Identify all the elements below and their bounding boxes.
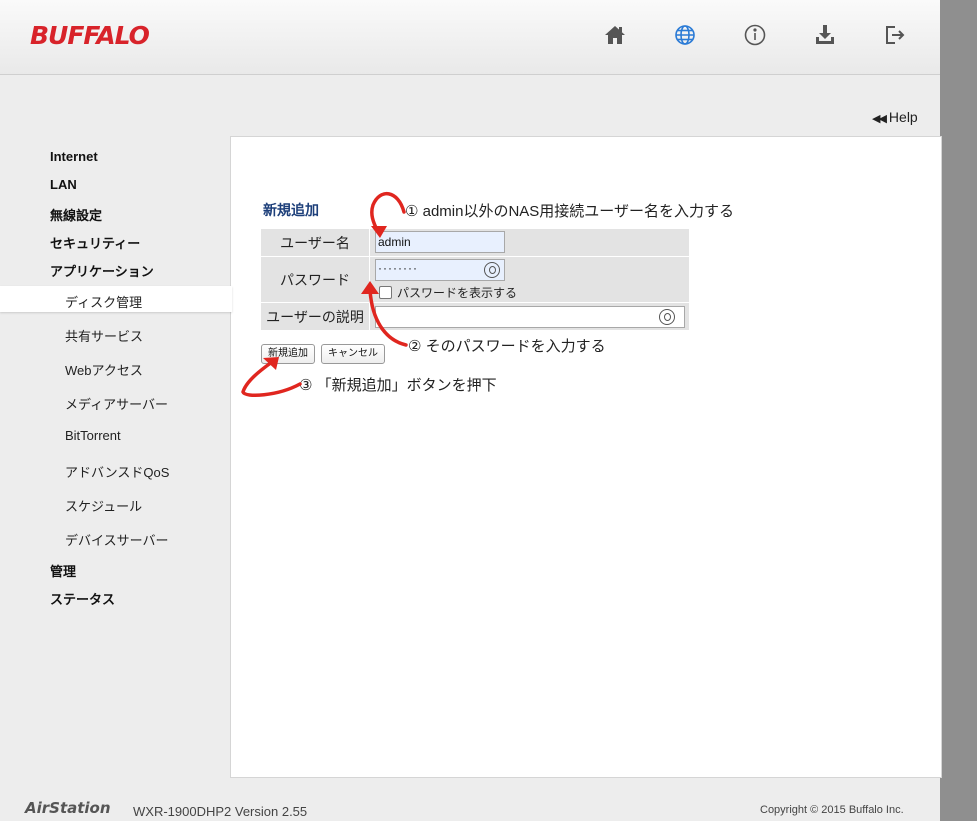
model-version: WXR-1900DHP2 Version 2.55 bbox=[133, 804, 308, 819]
description-input[interactable] bbox=[375, 306, 685, 328]
logout-icon[interactable] bbox=[882, 22, 908, 48]
sidebar-item-status[interactable]: ステータス bbox=[50, 589, 115, 608]
add-button[interactable]: 新規追加 bbox=[261, 344, 315, 364]
sidebar-item-web-access[interactable]: Webアクセス bbox=[65, 360, 143, 379]
back-arrows-icon: ◀◀ bbox=[872, 113, 887, 125]
sidebar-item-shared-services[interactable]: 共有サービス bbox=[65, 326, 143, 345]
description-eye-icon[interactable] bbox=[659, 309, 675, 325]
sidebar-item-management[interactable]: 管理 bbox=[50, 561, 76, 580]
info-icon[interactable] bbox=[742, 22, 768, 48]
sidebar-item-device-server[interactable]: デバイスサーバー bbox=[65, 530, 168, 549]
annotation-step1: ① admin以外のNAS用接続ユーザー名を入力する bbox=[405, 203, 735, 220]
home-icon[interactable] bbox=[602, 22, 628, 48]
annotation-step2: ② そのパスワードを入力する bbox=[408, 338, 606, 355]
sidebar-item-disk-management[interactable]: ディスク管理 bbox=[65, 292, 142, 311]
top-header: BUFFALO bbox=[0, 0, 940, 75]
copyright: Copyright © 2015 Buffalo Inc. bbox=[760, 804, 904, 816]
help-label: Help bbox=[888, 109, 918, 125]
help-link[interactable]: ◀◀ Help bbox=[872, 109, 918, 125]
globe-icon[interactable] bbox=[672, 22, 698, 48]
airstation-logo: AirStation bbox=[25, 799, 111, 817]
username-input[interactable]: admin bbox=[375, 231, 505, 253]
sidebar-item-applications[interactable]: アプリケーション bbox=[50, 261, 154, 280]
show-password-checkbox[interactable] bbox=[379, 286, 392, 299]
sidebar-item-bittorrent[interactable]: BitTorrent bbox=[65, 428, 121, 443]
buffalo-logo: BUFFALO bbox=[30, 21, 150, 50]
show-password-label: パスワードを表示する bbox=[397, 286, 518, 300]
username-label: ユーザー名 bbox=[261, 229, 370, 256]
download-icon[interactable] bbox=[812, 22, 838, 48]
sidebar-item-media-server[interactable]: メディアサーバー bbox=[65, 394, 168, 413]
show-password-eye-icon[interactable] bbox=[484, 262, 500, 278]
sidebar-item-internet[interactable]: Internet bbox=[50, 149, 98, 164]
description-label: ユーザーの説明 bbox=[261, 303, 370, 330]
sidebar-item-lan[interactable]: LAN bbox=[50, 177, 77, 192]
cancel-button[interactable]: キャンセル bbox=[321, 344, 385, 364]
sidebar-item-advanced-qos[interactable]: アドバンスドQoS bbox=[65, 462, 169, 481]
sidebar-item-wireless[interactable]: 無線設定 bbox=[50, 205, 102, 224]
annotation-step3: ③ 「新規追加」ボタンを押下 bbox=[299, 377, 497, 394]
sidebar-item-security[interactable]: セキュリティー bbox=[50, 233, 140, 252]
sidebar-item-schedule[interactable]: スケジュール bbox=[65, 496, 142, 515]
password-label: パスワード bbox=[261, 257, 370, 302]
scrollbar-track[interactable] bbox=[940, 0, 977, 821]
form-title: 新規追加 bbox=[263, 202, 319, 218]
